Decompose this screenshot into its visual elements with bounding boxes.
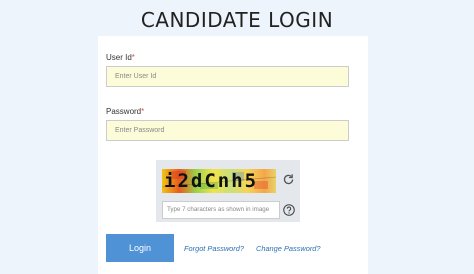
login-button[interactable]: Login <box>106 234 174 262</box>
page-title: CANDIDATE LOGIN <box>140 8 334 32</box>
password-label-text: Password <box>106 107 142 116</box>
captcha-placeholder: Type 7 characters as shown in image <box>167 206 270 213</box>
captcha-panel: i2dCnh5 Type 7 characters as shown in im… <box>156 160 300 222</box>
required-mark: * <box>131 53 135 62</box>
password-placeholder: Enter Password <box>115 127 165 134</box>
refresh-icon[interactable] <box>282 173 295 186</box>
captcha-text: i2dCnh5 <box>164 170 259 192</box>
question-icon[interactable] <box>283 204 295 216</box>
forgot-password-link[interactable]: Forgot Password? <box>184 244 244 253</box>
password-label: Password* <box>106 107 144 116</box>
user-id-label: User Id* <box>106 53 135 62</box>
login-card: User Id* Enter User Id Password* Enter P… <box>98 36 368 274</box>
user-id-label-text: User Id <box>106 53 132 62</box>
user-id-placeholder: Enter User Id <box>115 73 157 80</box>
password-input[interactable]: Enter Password <box>106 120 349 141</box>
captcha-image: i2dCnh5 <box>162 169 276 193</box>
captcha-input[interactable]: Type 7 characters as shown in image <box>162 201 280 219</box>
user-id-input[interactable]: Enter User Id <box>106 66 349 87</box>
required-mark: * <box>141 107 145 116</box>
change-password-link[interactable]: Change Password? <box>256 244 321 253</box>
